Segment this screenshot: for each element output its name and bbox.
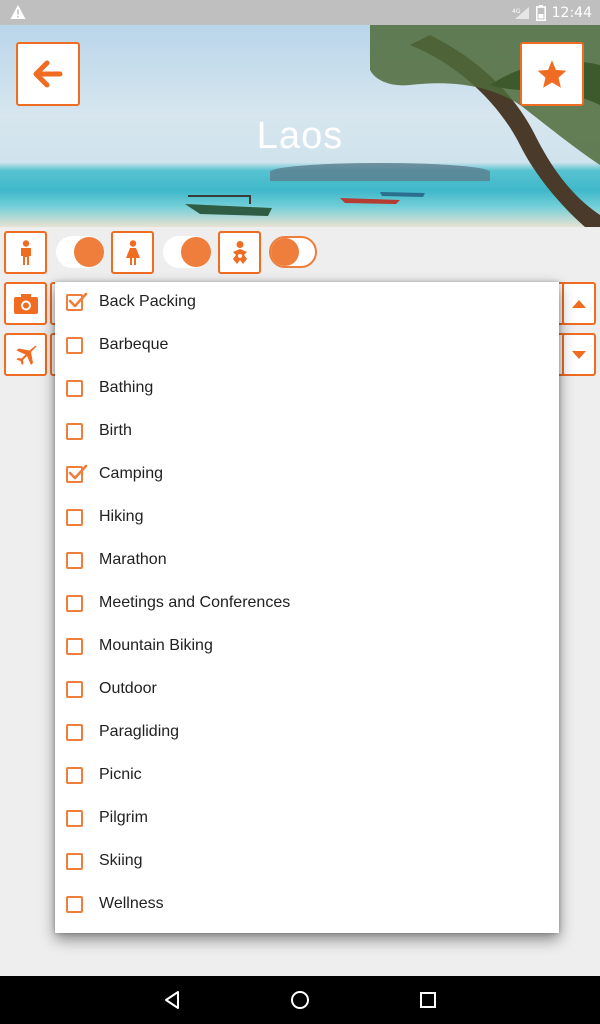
checkbox[interactable] — [66, 681, 83, 698]
children-filter-button[interactable] — [218, 231, 261, 274]
activities-list: Back Packing Barbeque Bathing Birth Camp… — [55, 282, 559, 927]
signal-icon: 4G — [512, 6, 529, 19]
list-item-label: Meetings and Conferences — [99, 594, 291, 611]
camera-icon — [13, 293, 38, 314]
list-item-label: Pilgrim — [99, 809, 148, 826]
list-item-label: Barbeque — [99, 336, 169, 353]
checkbox[interactable] — [66, 292, 88, 311]
transport-category-button[interactable] — [4, 333, 47, 376]
list-item[interactable]: Hiking — [55, 497, 559, 540]
list-item[interactable]: Picnic — [55, 755, 559, 798]
status-time: 12:44 — [551, 4, 592, 21]
women-toggle[interactable] — [163, 235, 211, 269]
checkbox[interactable] — [66, 380, 83, 397]
female-icon — [125, 239, 140, 265]
male-icon — [20, 239, 31, 265]
activities-dropdown: Back Packing Barbeque Bathing Birth Camp… — [55, 282, 559, 933]
home-nav-icon[interactable] — [288, 988, 312, 1012]
list-item-label: Outdoor — [99, 680, 157, 697]
list-item[interactable]: Paragliding — [55, 712, 559, 755]
list-item-label: Wellness — [99, 895, 164, 912]
list-item[interactable]: Pilgrim — [55, 798, 559, 841]
arrow-left-icon — [33, 60, 63, 88]
checkbox[interactable] — [66, 552, 83, 569]
list-item-label: Skiing — [99, 852, 143, 869]
list-item-label: Birth — [99, 422, 132, 439]
list-item[interactable]: Marathon — [55, 540, 559, 583]
list-item-label: Picnic — [99, 766, 142, 783]
checkbox[interactable] — [66, 337, 83, 354]
list-item[interactable]: Outdoor — [55, 669, 559, 712]
recents-nav-icon[interactable] — [416, 988, 440, 1012]
list-item[interactable]: Mountain Biking — [55, 626, 559, 669]
list-item-label: Paragliding — [99, 723, 180, 740]
list-item-label: Mountain Biking — [99, 637, 213, 654]
status-bar: 4G 12:44 — [0, 0, 600, 25]
children-toggle[interactable] — [269, 235, 317, 269]
list-item-label: Back Packing — [99, 293, 196, 310]
back-button[interactable] — [16, 42, 80, 106]
checkbox[interactable] — [66, 810, 83, 827]
checkbox[interactable] — [66, 724, 83, 741]
network-type: 4G — [512, 8, 521, 15]
destination-title: Laos — [256, 115, 344, 157]
warning-icon — [10, 5, 26, 19]
list-item-label: Hiking — [99, 508, 144, 525]
destination-header: Laos — [0, 25, 600, 227]
star-icon — [537, 60, 567, 88]
list-item[interactable]: Birth — [55, 411, 559, 454]
back-nav-icon[interactable] — [160, 988, 184, 1012]
navigation-bar — [0, 976, 600, 1024]
list-item[interactable]: Camping — [55, 454, 559, 497]
list-item-label: Camping — [99, 465, 164, 482]
list-item[interactable]: Meetings and Conferences — [55, 583, 559, 626]
checkbox[interactable] — [66, 638, 83, 655]
list-item[interactable]: Back Packing — [55, 282, 559, 325]
list-item[interactable]: Barbeque — [55, 325, 559, 368]
checkbox[interactable] — [66, 595, 83, 612]
list-item[interactable]: Skiing — [55, 841, 559, 884]
checkbox[interactable] — [66, 509, 83, 526]
checkbox[interactable] — [66, 767, 83, 784]
adults-toggle[interactable] — [56, 235, 104, 269]
baby-icon — [232, 240, 247, 264]
caret-down-icon — [572, 350, 586, 359]
checkmark-icon — [68, 292, 88, 308]
checkmark-icon — [68, 464, 88, 480]
list-item[interactable]: Wellness — [55, 884, 559, 927]
scroll-down-button[interactable] — [562, 333, 596, 376]
favorite-button[interactable] — [520, 42, 584, 106]
battery-icon — [535, 4, 546, 21]
women-filter-button[interactable] — [111, 231, 154, 274]
checkbox[interactable] — [66, 853, 83, 870]
scroll-up-button[interactable] — [562, 282, 596, 325]
caret-up-icon — [572, 299, 586, 308]
header-image-boats — [185, 192, 425, 216]
checkbox[interactable] — [66, 464, 88, 483]
airplane-icon — [16, 345, 36, 365]
checkbox[interactable] — [66, 423, 83, 440]
adults-filter-button[interactable] — [4, 231, 47, 274]
list-item-label: Bathing — [99, 379, 154, 396]
list-item[interactable]: Bathing — [55, 368, 559, 411]
checkbox[interactable] — [66, 896, 83, 913]
list-item-label: Marathon — [99, 551, 167, 568]
activities-category-button[interactable] — [4, 282, 47, 325]
